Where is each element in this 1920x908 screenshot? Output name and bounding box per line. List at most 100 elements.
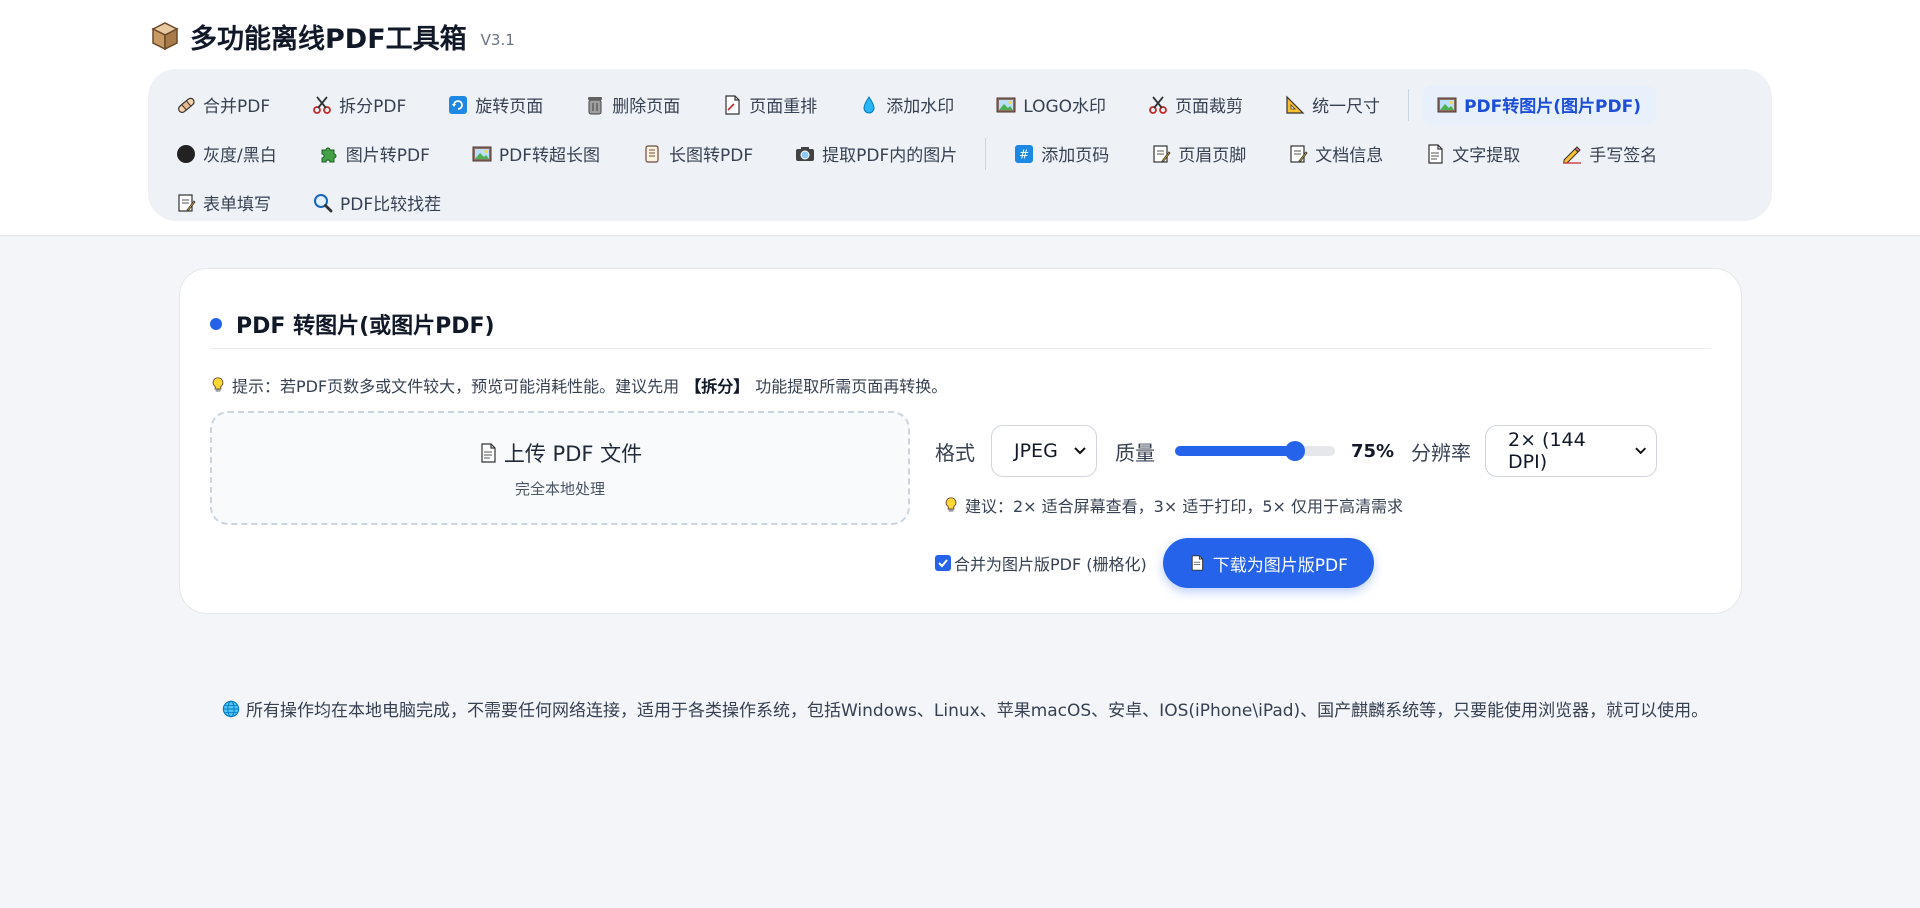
hint-text: 建议：2× 适合屏幕查看，3× 适于打印，5× 仅用于高清需求 [965, 497, 1404, 516]
nav-item-delete-page[interactable]: 删除页面 [571, 85, 694, 125]
tip-text: 提示：若PDF页数多或文件较大，预览可能消耗性能。建议先用 【拆分】 功能提取所需页… [210, 373, 947, 397]
memo-icon [1153, 144, 1171, 163]
svg-text:#: # [1019, 147, 1029, 161]
nav-item-label: 拆分PDF [339, 97, 407, 117]
quality-value: 75% [1351, 440, 1395, 462]
image-icon [1437, 97, 1457, 112]
page-icon [481, 442, 496, 463]
merge-checkbox[interactable] [935, 555, 951, 571]
nav-item-split-pdf[interactable]: 拆分PDF [298, 85, 420, 125]
upload-subtitle: 完全本地处理 [514, 479, 605, 498]
nav-item-label: 页面重排 [749, 97, 818, 117]
nav-row-1: 合并PDF 拆分PDF 旋转页面 删除页面 页面重排 添加水印 LOGO水印 页… [162, 80, 1758, 129]
upload-title: 上传 PDF 文件 [478, 438, 642, 468]
footer-note: 所有操作均在本地电脑完成，不需要任何网络连接，适用于各类操作系统，包括Windo… [222, 696, 1708, 721]
memo-icon [178, 193, 196, 212]
nav-item-logo-watermark[interactable]: LOGO水印 [982, 85, 1120, 125]
nav-item-label: 表单填写 [203, 195, 271, 215]
nav-item-label: 文字提取 [1452, 146, 1521, 166]
nav-item-image-to-pdf[interactable]: 图片转PDF [305, 134, 444, 174]
nav-item-label: 页面裁剪 [1175, 97, 1244, 117]
brand: 多功能离线PDF工具箱 V3.1 [150, 18, 515, 55]
nav-item-long-image-to-pdf[interactable]: 长图转PDF [628, 134, 767, 174]
nav-item-pdf-to-image[interactable]: PDF转图片(图片PDF) [1423, 84, 1655, 125]
nav-item-label: PDF比较找茬 [340, 195, 442, 215]
nav-item-label: 提取PDF内的图片 [822, 146, 958, 166]
check-icon [938, 559, 948, 568]
panel-title: PDF 转图片(或图片PDF) [236, 313, 495, 339]
nav-item-extract-images[interactable]: 提取PDF内的图片 [781, 134, 971, 174]
page-icon [725, 94, 740, 115]
slider-thumb[interactable] [1285, 441, 1305, 461]
dpi-select[interactable]: 2× (144 DPI) [1485, 425, 1657, 477]
signature-icon [1563, 145, 1582, 164]
nav-item-crop-page[interactable]: 页面裁剪 [1134, 85, 1257, 125]
nav-item-signature[interactable]: 手写签名 [1548, 134, 1671, 174]
black-circle-icon [177, 144, 195, 163]
chevron-down-icon [1074, 447, 1086, 455]
package-icon [151, 22, 179, 51]
quality-label: 质量 [1115, 440, 1155, 465]
nav-separator [1408, 88, 1410, 121]
scissors-icon [313, 95, 332, 114]
nav-item-pdf-to-long-image[interactable]: PDF转超长图 [458, 134, 614, 174]
nav-item-rotate-page[interactable]: 旋转页面 [434, 85, 557, 125]
nav-separator [985, 137, 987, 170]
nav-item-label: 旋转页面 [475, 97, 544, 117]
nav-item-merge-pdf[interactable]: 合并PDF [162, 85, 284, 125]
nav-item-label: LOGO水印 [1023, 97, 1107, 117]
nav-item-label: PDF转超长图 [498, 146, 600, 166]
merge-label[interactable]: 合并为图片版PDF (栅格化) [954, 551, 1147, 575]
nav-item-add-watermark[interactable]: 添加水印 [845, 85, 968, 125]
nav-item-text-extract[interactable]: 文字提取 [1411, 134, 1534, 174]
nav-item-unify-size[interactable]: 统一尺寸 [1271, 85, 1394, 125]
app-version: V3.1 [480, 31, 515, 49]
nav-item-label: 文档信息 [1315, 146, 1384, 166]
nav-row-3: 表单填写 PDF比较找茬 [162, 178, 1758, 227]
format-label: 格式 [935, 440, 975, 465]
nav-item-label: PDF转图片(图片PDF) [1464, 97, 1641, 117]
title-dot [210, 317, 222, 330]
download-label: 下载为图片版PDF [1212, 555, 1348, 576]
format-select[interactable]: JPEG [991, 425, 1097, 477]
memo-icon [1290, 144, 1308, 163]
lightbulb-icon [945, 497, 957, 512]
camera-icon [796, 146, 815, 161]
bandage-icon [178, 97, 195, 113]
nav-item-label: 统一尺寸 [1312, 97, 1381, 117]
nav-item-pdf-compare[interactable]: PDF比较找茬 [299, 183, 455, 223]
footer-text: 所有操作均在本地电脑完成，不需要任何网络连接，适用于各类操作系统，包括Windo… [246, 701, 1709, 721]
ruler-icon [1286, 95, 1305, 114]
quality-slider[interactable] [1175, 441, 1335, 461]
nav-item-page-number[interactable]: # 添加页码 [1000, 134, 1123, 174]
slider-fill [1175, 446, 1295, 456]
page-icon [1428, 143, 1443, 164]
nav-item-label: 合并PDF [203, 97, 271, 117]
nav-item-doc-info[interactable]: 文档信息 [1274, 134, 1397, 174]
nav-item-label: 页眉页脚 [1178, 146, 1247, 166]
nav-item-header-footer[interactable]: 页眉页脚 [1137, 134, 1260, 174]
nav-item-label: 图片转PDF [345, 146, 430, 166]
nav-item-grayscale[interactable]: 灰度/黑白 [162, 134, 291, 174]
nav-row-2: 灰度/黑白 图片转PDF PDF转超长图 长图转PDF 提取PDF内的图片 # [162, 129, 1758, 178]
image-icon [996, 97, 1016, 112]
upload-dropzone[interactable]: 上传 PDF 文件 完全本地处理 [210, 411, 910, 525]
app-title: 多功能离线PDF工具箱 [190, 23, 467, 55]
number-icon: # [1015, 144, 1034, 163]
nav-item-label: 灰度/黑白 [203, 146, 277, 166]
scroll-icon [645, 144, 659, 163]
chevron-down-icon [1634, 447, 1646, 455]
tip-suffix: 功能提取所需页面再转换。 [755, 377, 948, 396]
nav-item-form-fill[interactable]: 表单填写 [162, 183, 285, 223]
nav-item-label: 长图转PDF [668, 146, 754, 166]
nav-item-reorder-page[interactable]: 页面重排 [708, 85, 831, 125]
globe-icon [222, 700, 240, 717]
panel-header: PDF 转图片(或图片PDF) [210, 299, 1711, 349]
download-button[interactable]: 下载为图片版PDF [1162, 538, 1374, 588]
page-icon [1191, 555, 1203, 571]
trash-icon [588, 96, 603, 114]
tip-bold: 【拆分】 [685, 377, 750, 396]
rotate-icon [449, 95, 468, 114]
scissors-icon [1149, 95, 1167, 114]
upload-title-text: 上传 PDF 文件 [503, 441, 643, 466]
